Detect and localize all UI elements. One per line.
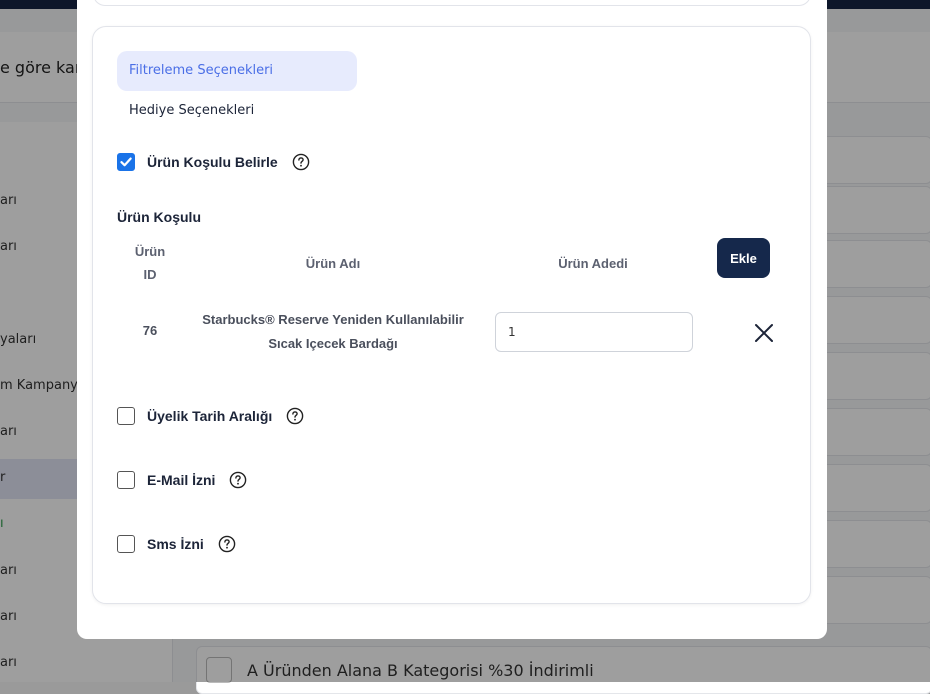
column-header-product-name: Ürün Adı (305, 256, 361, 271)
product-name-line2: Sıcak Içecek Bardağı (268, 336, 398, 351)
product-name-line1: Starbucks® Reserve Yeniden Kullanılabili… (202, 312, 464, 327)
email-permission-row: E-Mail İzni (117, 469, 247, 491)
question-circle-icon[interactable] (218, 535, 236, 553)
remove-product-button[interactable] (751, 320, 777, 346)
sms-permission-checkbox[interactable] (117, 535, 135, 553)
column-header-product-id-line1: Ürün (134, 244, 166, 259)
column-header-product-id: Ürün ID (121, 240, 179, 286)
membership-date-label: Üyelik Tarih Aralığı (147, 408, 273, 424)
question-circle-icon[interactable] (229, 471, 247, 489)
product-condition-row: Ürün Koşulu Belirle (117, 151, 310, 173)
close-icon (755, 324, 773, 342)
tab-filter-options[interactable]: Filtreleme Seçenekleri (117, 51, 357, 91)
add-button[interactable]: Ekle (717, 238, 770, 278)
question-circle-icon[interactable] (286, 407, 304, 425)
product-condition-title: Ürün Koşulu (117, 209, 201, 225)
column-header-product-qty: Ürün Adedi (558, 256, 628, 271)
campaign-modal: Filtreleme Seçenekleri Hediye Seçenekler… (77, 0, 827, 639)
product-condition-label: Ürün Koşulu Belirle (147, 154, 278, 170)
product-qty-input[interactable] (495, 312, 693, 352)
filter-options-card: Filtreleme Seçenekleri Hediye Seçenekler… (92, 26, 811, 604)
tab-gift-options[interactable]: Hediye Seçenekleri (117, 91, 357, 131)
product-name-cell: Starbucks® Reserve Yeniden Kullanılabili… (188, 308, 478, 356)
question-circle-icon[interactable] (292, 153, 310, 171)
checkmark-icon (120, 157, 132, 167)
email-permission-label: E-Mail İzni (147, 472, 216, 488)
sms-permission-row: Sms İzni (117, 533, 236, 555)
column-header-product-id-line2: ID (143, 267, 157, 282)
sms-permission-label: Sms İzni (147, 536, 204, 552)
previous-card-edge (93, 0, 811, 6)
membership-date-checkbox[interactable] (117, 407, 135, 425)
product-condition-checkbox[interactable] (117, 153, 135, 171)
email-permission-checkbox[interactable] (117, 471, 135, 489)
product-id-cell: 76 (142, 323, 158, 338)
membership-date-row: Üyelik Tarih Aralığı (117, 405, 304, 427)
